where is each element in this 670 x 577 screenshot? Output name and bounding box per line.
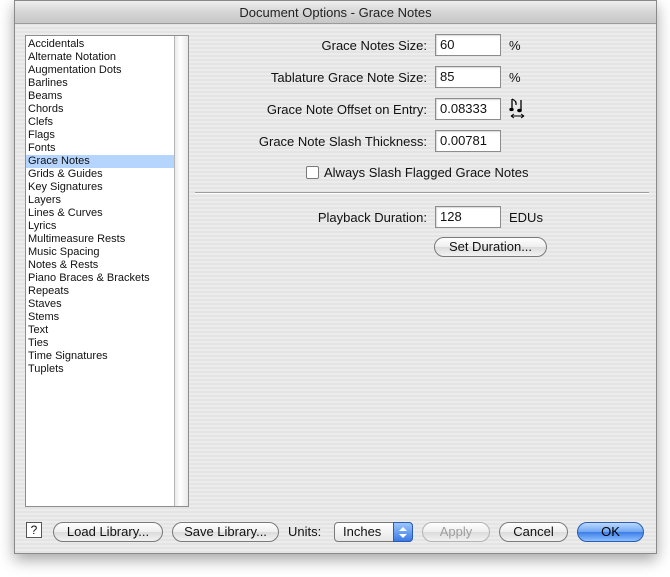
sidebar-item-music-spacing[interactable]: Music Spacing [26, 246, 174, 259]
sidebar-item-notes-rests[interactable]: Notes & Rests [26, 259, 174, 272]
grace-notes-size-unit: % [509, 38, 521, 53]
sidebar-item-time-signatures[interactable]: Time Signatures [26, 350, 174, 363]
playback-duration-unit: EDUs [509, 210, 543, 225]
always-slash-label: Always Slash Flagged Grace Notes [324, 165, 529, 180]
document-options-window: Document Options - Grace Notes Accidenta… [14, 0, 657, 554]
sidebar-item-fonts[interactable]: Fonts [26, 142, 174, 155]
sidebar-item-staves[interactable]: Staves [26, 298, 174, 311]
updown-arrows-icon [393, 522, 413, 542]
sidebar-item-clefs[interactable]: Clefs [26, 116, 174, 129]
sidebar-item-augmentation-dots[interactable]: Augmentation Dots [26, 64, 174, 77]
always-slash-checkbox[interactable] [306, 166, 319, 179]
note-offset-icon[interactable] [509, 97, 527, 121]
tab-grace-note-size-label: Tablature Grace Note Size: [270, 70, 427, 85]
sidebar-item-grace-notes[interactable]: Grace Notes [26, 155, 174, 168]
sidebar-item-accidentals[interactable]: Accidentals [26, 38, 174, 51]
sidebar-item-lyrics[interactable]: Lyrics [26, 220, 174, 233]
section-divider [195, 192, 649, 194]
category-list-panel: Accidentals Alternate Notation Augmentatio… [25, 35, 189, 507]
units-select[interactable]: Inches [334, 522, 413, 542]
window-title: Document Options - Grace Notes [15, 1, 656, 24]
sidebar-item-multimeasure-rests[interactable]: Multimeasure Rests [26, 233, 174, 246]
ok-button[interactable]: OK [577, 522, 644, 542]
tab-grace-note-size-unit: % [509, 70, 521, 85]
load-library-button[interactable]: Load Library... [53, 522, 163, 542]
sidebar-item-grids-guides[interactable]: Grids & Guides [26, 168, 174, 181]
sidebar-item-chords[interactable]: Chords [26, 103, 174, 116]
tab-grace-note-size-field[interactable]: 85 [435, 66, 501, 88]
units-select-value: Inches [343, 524, 382, 539]
playback-duration-field[interactable]: 128 [435, 206, 501, 228]
offset-on-entry-field[interactable]: 0.08333 [435, 98, 501, 120]
units-label: Units: [288, 524, 322, 539]
sidebar-item-flags[interactable]: Flags [26, 129, 174, 142]
sidebar-item-key-signatures[interactable]: Key Signatures [26, 181, 174, 194]
playback-duration-label: Playback Duration: [317, 210, 427, 225]
slash-thickness-label: Grace Note Slash Thickness: [258, 134, 427, 149]
slash-thickness-field[interactable]: 0.00781 [435, 130, 501, 152]
cancel-button[interactable]: Cancel [499, 522, 568, 542]
sidebar-item-ties[interactable]: Ties [26, 337, 174, 350]
sidebar-item-repeats[interactable]: Repeats [26, 285, 174, 298]
apply-button[interactable]: Apply [422, 522, 490, 542]
grace-notes-size-label: Grace Notes Size: [321, 38, 428, 53]
sidebar-item-barlines[interactable]: Barlines [26, 77, 174, 90]
sidebar-item-tuplets[interactable]: Tuplets [26, 363, 174, 376]
sidebar-item-alternate-notation[interactable]: Alternate Notation [26, 51, 174, 64]
sidebar-item-stems[interactable]: Stems [26, 311, 174, 324]
help-icon[interactable]: ? [26, 522, 42, 538]
sidebar-item-text[interactable]: Text [26, 324, 174, 337]
save-library-button[interactable]: Save Library... [172, 522, 279, 542]
set-duration-button[interactable]: Set Duration... [434, 237, 547, 257]
grace-notes-size-field[interactable]: 60 [435, 34, 501, 56]
sidebar-item-beams[interactable]: Beams [26, 90, 174, 103]
category-list: Accidentals Alternate Notation Augmentatio… [26, 36, 174, 506]
sidebar-item-lines-curves[interactable]: Lines & Curves [26, 207, 174, 220]
offset-on-entry-label: Grace Note Offset on Entry: [266, 102, 427, 117]
sidebar-item-piano-braces-brackets[interactable]: Piano Braces & Brackets [26, 272, 174, 285]
list-scrollbar[interactable] [174, 36, 188, 506]
sidebar-item-layers[interactable]: Layers [26, 194, 174, 207]
